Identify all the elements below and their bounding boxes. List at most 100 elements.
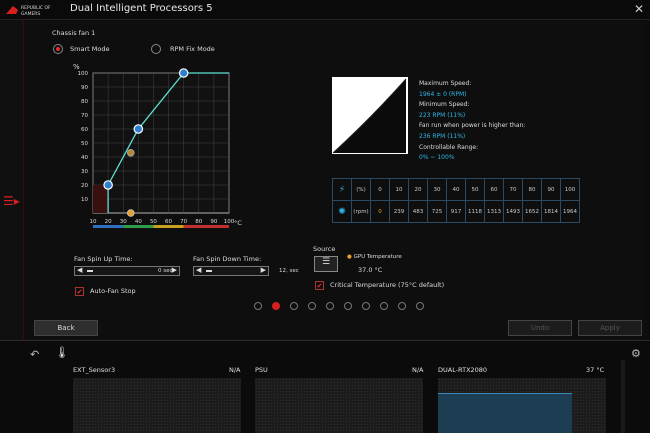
- rpm-table-percent-cell: 100: [560, 178, 580, 201]
- curve-point[interactable]: [103, 180, 113, 190]
- curve-point[interactable]: [133, 124, 144, 134]
- page-dot[interactable]: [362, 302, 370, 310]
- arrow-left-icon[interactable]: ◀: [77, 266, 82, 274]
- rpm-table-percent-cell: 70: [503, 178, 523, 201]
- slider-thumb[interactable]: [206, 270, 212, 272]
- spin-up-label: Fan Spin Up Time:: [74, 255, 133, 263]
- y-tick-label: 70: [81, 113, 88, 119]
- rpm-table-percent-cell: 30: [427, 178, 447, 201]
- menu-icon[interactable]: ☰▸: [3, 194, 20, 208]
- temperature-color-band: [153, 225, 184, 228]
- auto-fan-stop-label: Auto-Fan Stop: [90, 287, 136, 295]
- page-dot[interactable]: [380, 302, 388, 310]
- rpm-table-percent-cell: 20: [408, 178, 428, 201]
- fan-curve-chart[interactable]: 10 20 30 40 50 60 70 80 90 1001020304050607080901…: [66, 60, 258, 235]
- y-tick-label: 80: [81, 99, 88, 105]
- critical-temp-label: Critical Temperature (75°C default): [330, 281, 445, 289]
- sensor-name: EXT_Sensor3: [73, 366, 116, 374]
- y-tick-label: 30: [81, 169, 88, 175]
- rpm-table-rpm-cell: 917: [446, 200, 466, 223]
- rpm-table-rpm-cell: 1118: [465, 200, 485, 223]
- rpm-mode-radio[interactable]: [151, 44, 161, 54]
- source-label: Source: [313, 245, 336, 253]
- sensor-value: N/A: [412, 366, 424, 374]
- sensor-value: N/A: [229, 366, 241, 374]
- undo-arrow-icon[interactable]: ↶: [30, 348, 39, 361]
- page-dot[interactable]: [398, 302, 406, 310]
- gear-icon[interactable]: ⚙: [631, 347, 641, 360]
- y-tick-label: 10: [81, 197, 88, 203]
- y-axis-label: %: [73, 63, 80, 71]
- smart-mode-radio[interactable]: [53, 44, 63, 54]
- sensor-card-dual-rtx2080[interactable]: [438, 378, 606, 433]
- rog-logo-icon: REPUBLIC OF GAMERS: [6, 5, 51, 17]
- page-dot[interactable]: [290, 302, 298, 310]
- y-tick-label: 40: [81, 155, 88, 161]
- left-sidebar: ☰▸: [0, 20, 24, 340]
- sensor-value: 37 °C: [586, 366, 605, 374]
- rpm-table-rpm-cell: 1964: [560, 200, 580, 223]
- fan-icon: ✺: [332, 200, 352, 223]
- spin-down-slider[interactable]: ◀ ▶: [193, 266, 269, 276]
- temperature-color-band: [183, 225, 229, 228]
- spin-down-label: Fan Spin Down Time:: [193, 255, 262, 263]
- rpm-table-percent-cell: 40: [446, 178, 466, 201]
- sensor-name: DUAL-RTX2080: [438, 366, 488, 374]
- rpm-table-rpm-cell: 0: [370, 200, 390, 223]
- speed-curve-preview: [332, 77, 408, 154]
- temperature-color-band: [123, 225, 154, 228]
- rpm-table-rpm-cell: 725: [427, 200, 447, 223]
- rpm-table-percent-cell: 50: [465, 178, 485, 201]
- auto-fan-stop-checkbox[interactable]: ✔: [75, 287, 84, 296]
- slider-thumb[interactable]: [87, 270, 93, 272]
- title-bar: REPUBLIC OF GAMERS Dual Intelligent Proc…: [0, 0, 650, 20]
- source-name: ● GPU Temperature: [347, 254, 402, 260]
- thermometer-icon[interactable]: 🌡: [55, 346, 69, 359]
- svg-text:REPUBLIC OF: REPUBLIC OF: [21, 5, 51, 11]
- page-dot[interactable]: [416, 302, 424, 310]
- source-list-icon[interactable]: ☰: [314, 256, 338, 272]
- app-window: REPUBLIC OF GAMERS Dual Intelligent Proc…: [0, 0, 650, 433]
- rpm-table-percent-cell: 60: [484, 178, 504, 201]
- critical-temp-checkbox[interactable]: ✔: [315, 281, 324, 290]
- page-dot[interactable]: [308, 302, 316, 310]
- page-dot[interactable]: [344, 302, 352, 310]
- back-button[interactable]: Back: [34, 320, 98, 336]
- rpm-table-rpm-cell: 1652: [522, 200, 542, 223]
- x-tick-label: 60: [165, 219, 172, 225]
- x-tick-label: 30: [120, 219, 127, 225]
- rpm-table: ⚡ (%) 0 10 20 30 40 50 60 70 80 90 100 ✺ (rpm) 0 239 483…: [332, 178, 580, 223]
- rpm-table-rpm-cell: 239: [389, 200, 409, 223]
- close-icon[interactable]: ✕: [634, 2, 644, 16]
- y-tick-label: 20: [81, 183, 88, 189]
- curve-point[interactable]: [178, 68, 189, 78]
- x-tick-label: 20: [105, 219, 112, 225]
- y-tick-label: 100: [78, 71, 89, 77]
- page-dot[interactable]: [326, 302, 334, 310]
- current-temp-axis-marker: [126, 209, 135, 217]
- apply-button[interactable]: Apply: [578, 320, 642, 336]
- page-dot[interactable]: [272, 302, 280, 310]
- arrow-left-icon[interactable]: ◀: [196, 266, 201, 274]
- x-axis-label: °C: [234, 219, 242, 227]
- sensor-name: PSU: [255, 366, 268, 374]
- x-tick-label: 50: [150, 219, 157, 225]
- temperature-graph: [438, 393, 572, 433]
- smart-mode-label: Smart Mode: [70, 45, 110, 53]
- rpm-table-percent-cell: 80: [522, 178, 542, 201]
- arrow-right-icon[interactable]: ▶: [261, 266, 266, 274]
- page-dot[interactable]: [254, 302, 262, 310]
- svg-text:GAMERS: GAMERS: [21, 11, 40, 17]
- sensor-card-psu[interactable]: [255, 378, 423, 433]
- x-tick-label: 90: [210, 219, 217, 225]
- current-temp-marker: [126, 149, 135, 157]
- speed-info: Maximum Speed: 1964 ± 0 (RPM) Minimum Sp…: [419, 80, 526, 162]
- spin-down-value: 12, sec: [279, 268, 299, 274]
- scrollbar[interactable]: [621, 360, 625, 433]
- rpm-table-rpm-cell: 1493: [503, 200, 523, 223]
- percent-unit: (%): [351, 178, 371, 201]
- x-tick-label: 80: [195, 219, 202, 225]
- rpm-table-rpm-cell: 483: [408, 200, 428, 223]
- undo-button[interactable]: Undo: [508, 320, 572, 336]
- sensor-card-ext-sensor3[interactable]: [73, 378, 241, 433]
